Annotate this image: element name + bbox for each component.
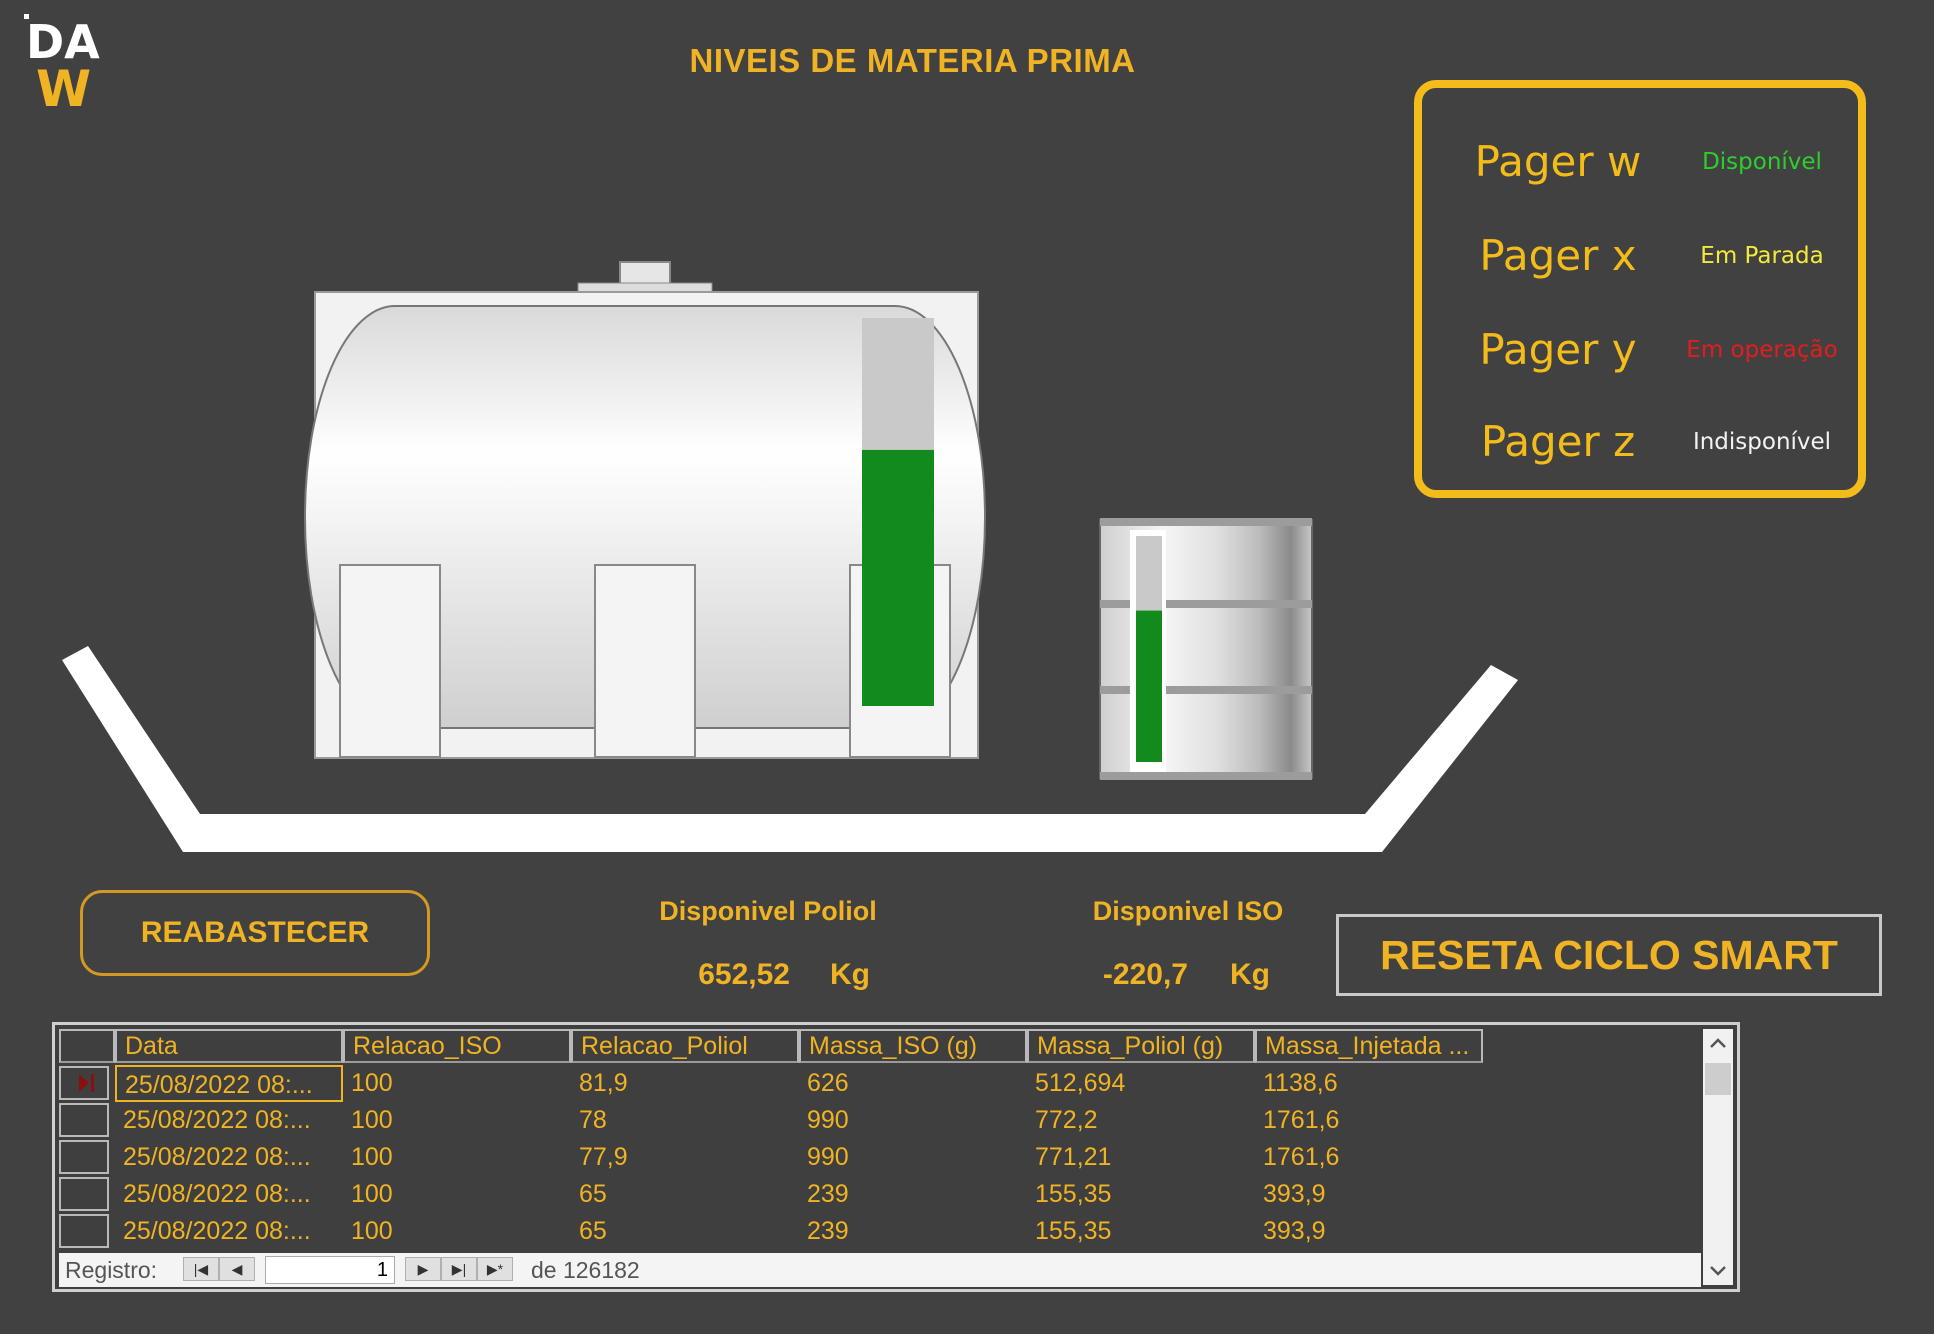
iso-available-unit: Kg bbox=[1230, 958, 1270, 991]
cell-massa-injetada[interactable]: 1761,6 bbox=[1255, 1102, 1483, 1139]
cell-massa-injetada[interactable]: 1138,6 bbox=[1255, 1065, 1483, 1102]
row-selector[interactable] bbox=[59, 1177, 109, 1211]
poliol-available-value: 652,52 bbox=[698, 958, 790, 991]
column-header-massa-iso[interactable]: Massa_ISO (g) bbox=[799, 1029, 1027, 1063]
cell-massa-poliol[interactable]: 772,2 bbox=[1027, 1102, 1255, 1139]
cell-relacao-iso[interactable]: 100 bbox=[343, 1065, 571, 1102]
cell-relacao-iso[interactable]: 100 bbox=[343, 1139, 571, 1176]
cell-relacao-poliol[interactable]: 77,9 bbox=[571, 1139, 799, 1176]
table-row[interactable]: 25/08/2022 08:... 100 78 990 772,2 1761,… bbox=[55, 1102, 1695, 1139]
iso-available-value: -220,7 bbox=[1102, 958, 1188, 991]
pager-status-panel: Pager w Disponível Pager x Em Parada Pag… bbox=[1414, 80, 1866, 498]
pager-status: Disponível bbox=[1702, 149, 1822, 175]
pager-name: Pager y bbox=[1479, 325, 1637, 374]
cell-massa-poliol[interactable]: 771,21 bbox=[1027, 1139, 1255, 1176]
cell-data[interactable]: 25/08/2022 08:... bbox=[115, 1139, 343, 1176]
pager-status: Em operação bbox=[1686, 337, 1838, 363]
scroll-down-icon[interactable] bbox=[1709, 1263, 1727, 1282]
iso-level-fill bbox=[1136, 610, 1162, 762]
pager-status: Em Parada bbox=[1700, 243, 1824, 269]
table-row[interactable]: 25/08/2022 08:... 100 65 239 155,35 393,… bbox=[55, 1176, 1695, 1213]
column-header-massa-poliol[interactable]: Massa_Poliol (g) bbox=[1027, 1029, 1255, 1063]
current-record-input[interactable] bbox=[265, 1256, 395, 1284]
cell-data[interactable]: 25/08/2022 08:... bbox=[115, 1176, 343, 1213]
cell-massa-injetada[interactable]: 393,9 bbox=[1255, 1176, 1483, 1213]
poliol-available-label: Disponivel Poliol bbox=[659, 896, 877, 926]
cell-relacao-iso[interactable]: 100 bbox=[343, 1213, 571, 1249]
reseta-ciclo-smart-button[interactable]: RESETA CICLO SMART bbox=[1336, 914, 1882, 996]
records-datasheet: Data Relacao_ISO Relacao_Poliol Massa_IS… bbox=[52, 1022, 1740, 1292]
scroll-up-icon[interactable] bbox=[1709, 1035, 1727, 1054]
pager-name: Pager w bbox=[1474, 137, 1642, 186]
pager-name: Pager x bbox=[1479, 231, 1637, 280]
pager-name: Pager z bbox=[1480, 417, 1636, 466]
cell-relacao-poliol[interactable]: 65 bbox=[571, 1213, 799, 1249]
cell-data[interactable]: 25/08/2022 08:... bbox=[115, 1065, 343, 1102]
vertical-scrollbar[interactable] bbox=[1703, 1029, 1733, 1285]
pager-row-z: Pager z Indisponível bbox=[1422, 412, 1858, 472]
last-record-button[interactable]: ▶| bbox=[441, 1257, 477, 1281]
column-header-massa-injetada[interactable]: Massa_Injetada ... bbox=[1255, 1029, 1483, 1063]
record-total: de 126182 bbox=[531, 1257, 640, 1283]
table-row[interactable]: 25/08/2022 08:... 100 65 239 155,35 393,… bbox=[55, 1213, 1695, 1249]
record-nav-label: Registro: bbox=[65, 1257, 158, 1283]
cell-massa-poliol[interactable]: 512,694 bbox=[1027, 1065, 1255, 1102]
pager-row-y: Pager y Em operação bbox=[1422, 320, 1858, 380]
cell-relacao-poliol[interactable]: 81,9 bbox=[571, 1065, 799, 1102]
current-record-icon bbox=[79, 1074, 94, 1092]
cell-massa-injetada[interactable]: 1761,6 bbox=[1255, 1139, 1483, 1176]
cell-relacao-iso[interactable]: 100 bbox=[343, 1102, 571, 1139]
reabastecer-button[interactable]: REABASTECER bbox=[80, 890, 430, 976]
row-selector[interactable] bbox=[59, 1140, 109, 1174]
cell-massa-iso[interactable]: 239 bbox=[799, 1176, 1027, 1213]
pager-row-w: Pager w Disponível bbox=[1422, 132, 1858, 192]
poliol-available-unit: Kg bbox=[830, 958, 870, 991]
next-record-button[interactable]: ▶ bbox=[405, 1257, 441, 1281]
row-selector[interactable] bbox=[59, 1214, 109, 1248]
poliol-tank bbox=[304, 261, 986, 759]
table-row[interactable]: 25/08/2022 08:... 100 81,9 626 512,694 1… bbox=[55, 1065, 1695, 1102]
row-selector[interactable] bbox=[59, 1103, 109, 1137]
cell-massa-iso[interactable]: 990 bbox=[799, 1102, 1027, 1139]
pager-row-x: Pager x Em Parada bbox=[1422, 226, 1858, 286]
iso-available-label: Disponivel ISO bbox=[1092, 896, 1284, 926]
pager-status: Indisponível bbox=[1692, 429, 1832, 455]
cell-massa-iso[interactable]: 626 bbox=[799, 1065, 1027, 1102]
cell-massa-iso[interactable]: 239 bbox=[799, 1213, 1027, 1249]
cell-massa-poliol[interactable]: 155,35 bbox=[1027, 1176, 1255, 1213]
cell-massa-iso[interactable]: 990 bbox=[799, 1139, 1027, 1176]
scroll-thumb[interactable] bbox=[1705, 1063, 1731, 1095]
record-navigation-bar: Registro: |◀ ◀ ▶ ▶| ▶* de 126182 bbox=[59, 1253, 1701, 1287]
select-all-header[interactable] bbox=[59, 1029, 115, 1063]
cell-relacao-poliol[interactable]: 78 bbox=[571, 1102, 799, 1139]
cell-relacao-iso[interactable]: 100 bbox=[343, 1176, 571, 1213]
cell-data[interactable]: 25/08/2022 08:... bbox=[115, 1213, 343, 1249]
table-row[interactable]: 25/08/2022 08:... 100 77,9 990 771,21 17… bbox=[55, 1139, 1695, 1176]
row-selector[interactable] bbox=[59, 1066, 109, 1100]
cell-relacao-poliol[interactable]: 65 bbox=[571, 1176, 799, 1213]
column-header-relacao-poliol[interactable]: Relacao_Poliol bbox=[571, 1029, 799, 1063]
poliol-level-fill bbox=[862, 449, 934, 706]
new-record-button[interactable]: ▶* bbox=[477, 1257, 513, 1281]
iso-drum bbox=[1099, 518, 1313, 780]
cell-massa-injetada[interactable]: 393,9 bbox=[1255, 1213, 1483, 1249]
column-header-relacao-iso[interactable]: Relacao_ISO bbox=[343, 1029, 571, 1063]
first-record-button[interactable]: |◀ bbox=[183, 1257, 219, 1281]
cell-massa-poliol[interactable]: 155,35 bbox=[1027, 1213, 1255, 1249]
column-header-data[interactable]: Data bbox=[115, 1029, 343, 1063]
cell-data[interactable]: 25/08/2022 08:... bbox=[115, 1102, 343, 1139]
previous-record-button[interactable]: ◀ bbox=[219, 1257, 255, 1281]
